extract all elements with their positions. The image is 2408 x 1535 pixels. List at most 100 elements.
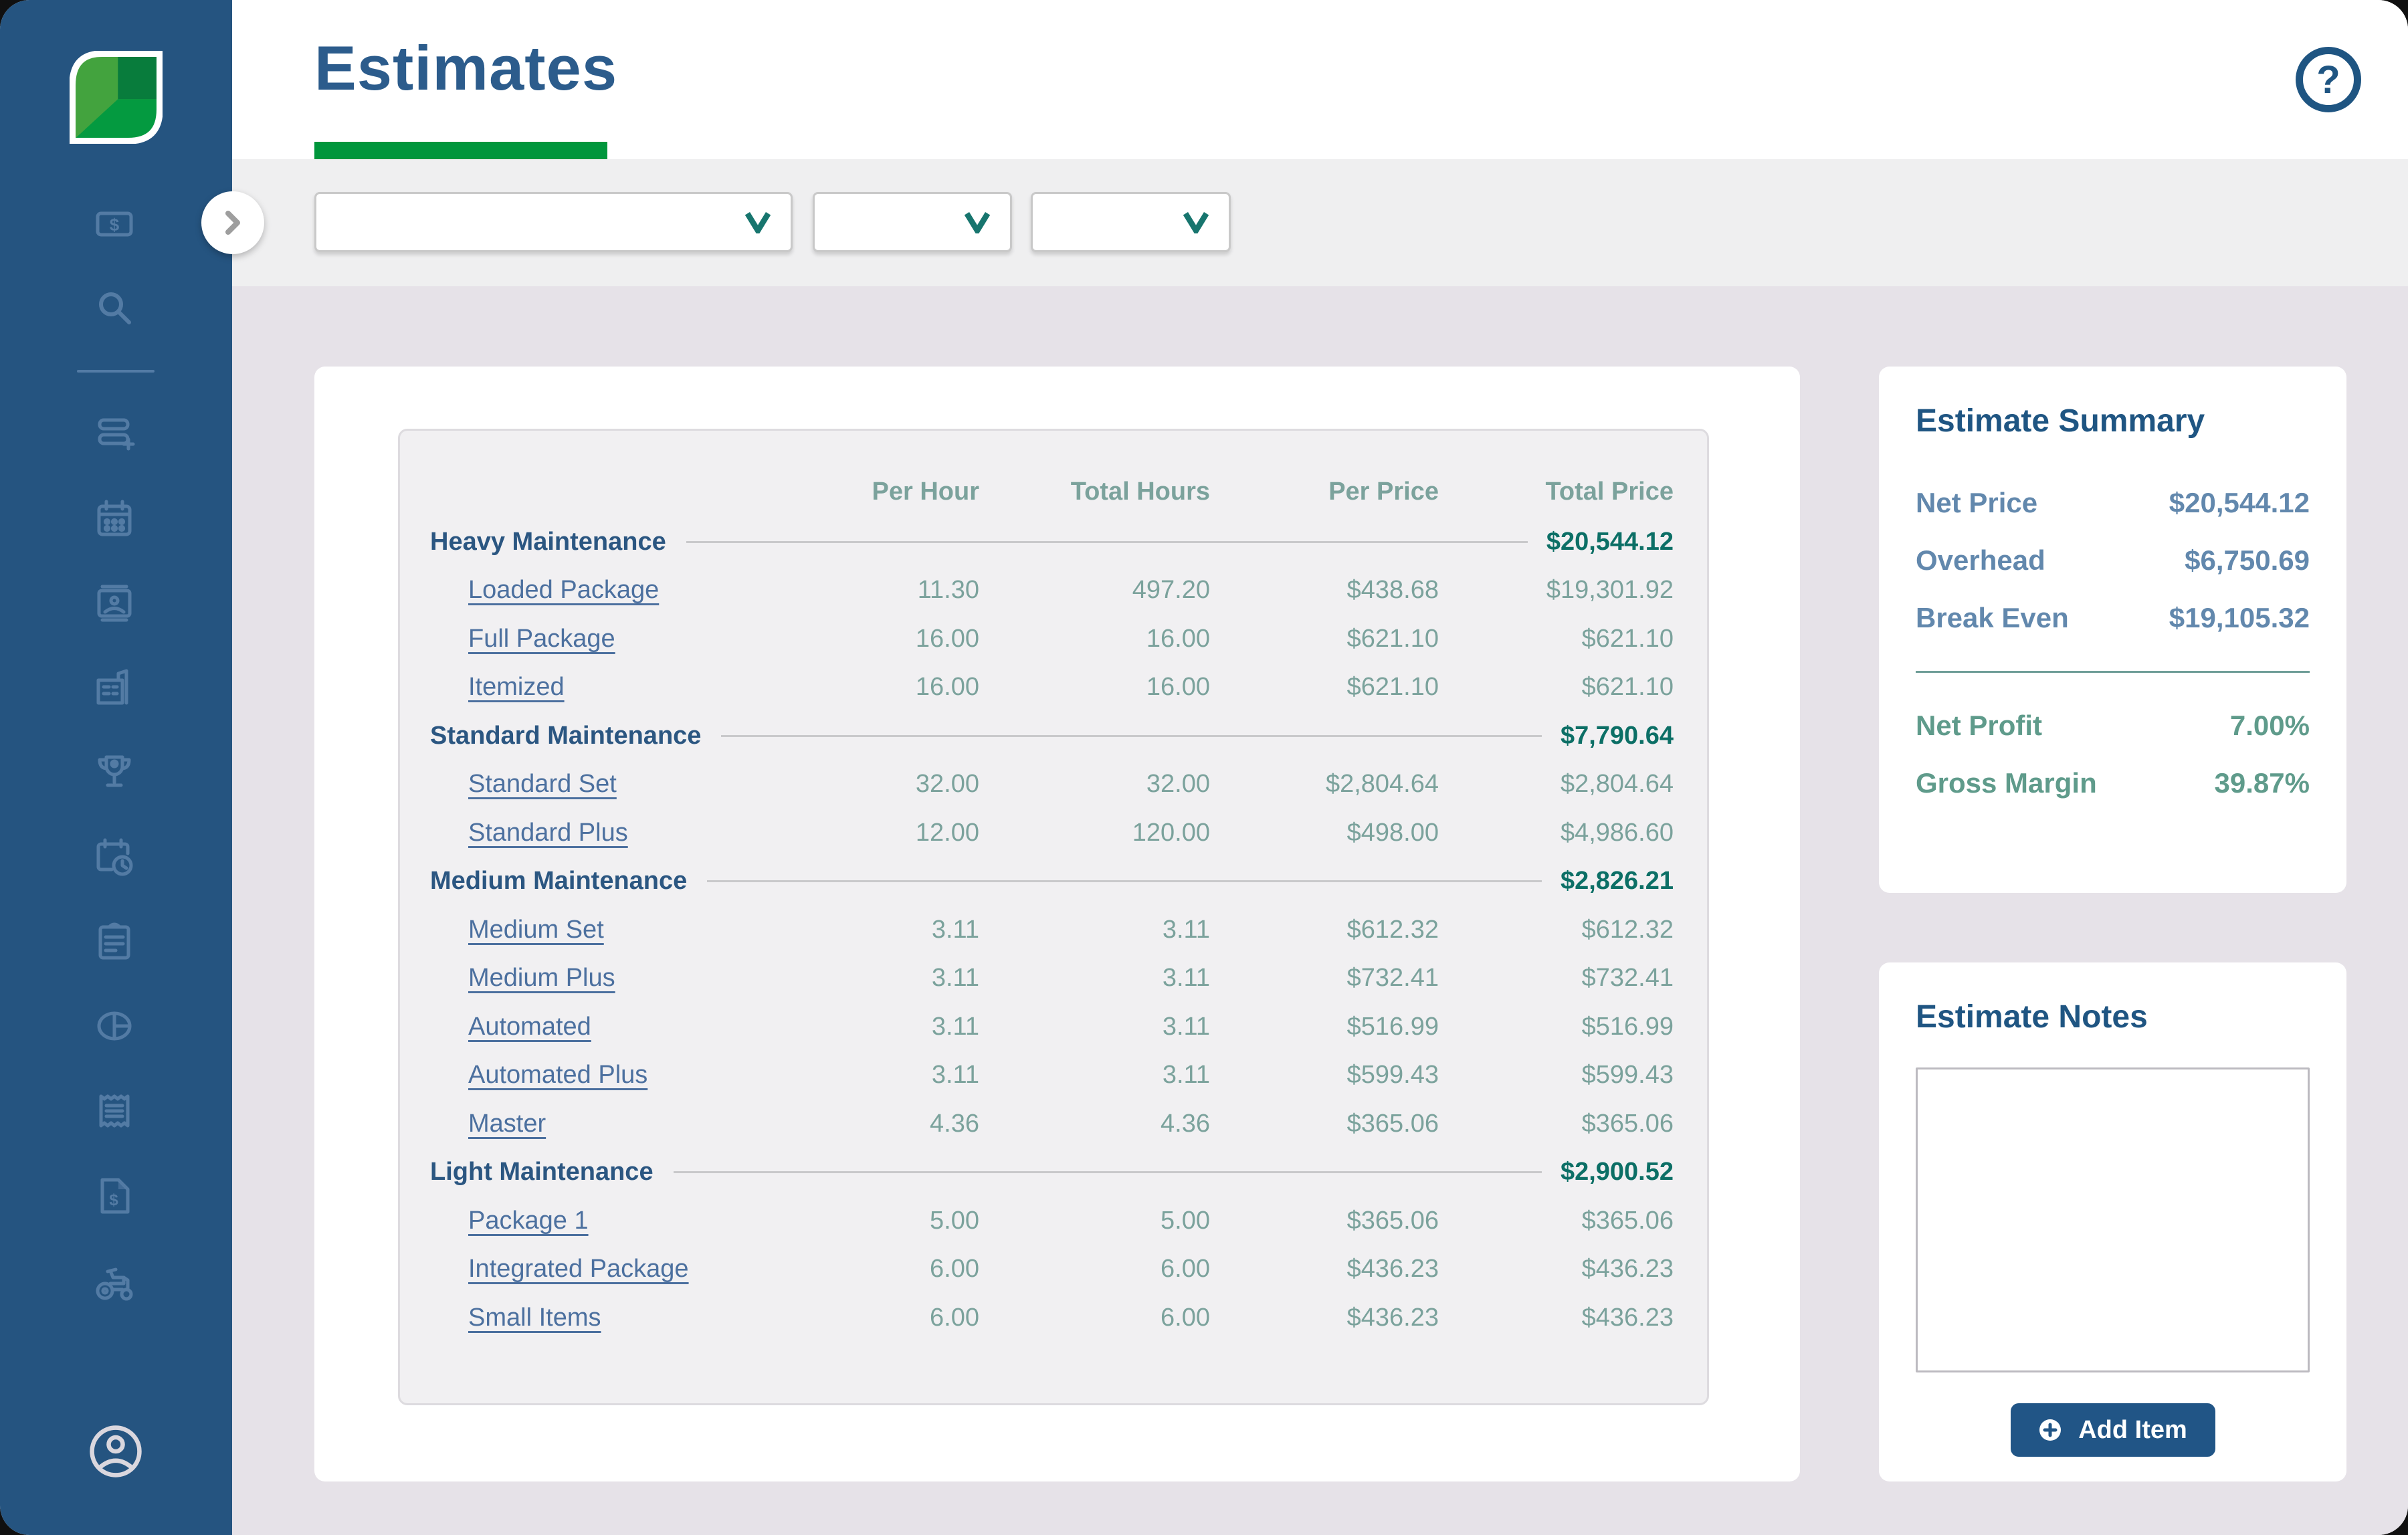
app-window: $ — [0, 0, 2408, 1535]
calendar-clock-icon[interactable] — [93, 836, 136, 879]
per-hour-value: 3.11 — [748, 964, 979, 993]
top-bar: Estimates ? — [232, 0, 2408, 159]
total-hours-value: 120.00 — [979, 819, 1210, 847]
user-avatar-icon[interactable] — [88, 1423, 144, 1479]
building-icon[interactable] — [93, 666, 136, 708]
per-hour-value: 4.36 — [748, 1110, 979, 1138]
summary-divider — [1916, 671, 2310, 673]
summary-value: $20,544.12 — [2169, 487, 2310, 519]
item-link[interactable]: Full Package — [468, 625, 615, 653]
total-price-value: $436.23 — [1439, 1255, 1674, 1284]
item-link[interactable]: Standard Set — [468, 770, 617, 798]
calendar-icon[interactable] — [93, 497, 136, 540]
filter-bar — [232, 159, 2408, 286]
total-price-value: $436.23 — [1439, 1304, 1674, 1332]
filter-dropdown-1[interactable] — [314, 192, 793, 252]
total-hours-value: 16.00 — [979, 625, 1210, 653]
per-hour-value: 5.00 — [748, 1207, 979, 1235]
help-button[interactable]: ? — [2296, 47, 2361, 112]
item-link[interactable]: Automated — [468, 1013, 591, 1041]
total-price-value: $732.41 — [1439, 964, 1674, 993]
per-hour-value: 6.00 — [748, 1304, 979, 1332]
invoice-icon[interactable]: $ — [93, 1174, 136, 1217]
item-link[interactable]: Package 1 — [468, 1207, 589, 1235]
summary-value: 7.00% — [2230, 710, 2310, 742]
group-divider-line — [686, 541, 1528, 543]
summary-label: Net Price — [1916, 487, 2037, 519]
money-bill-icon[interactable]: $ — [93, 203, 136, 245]
filter-dropdown-2[interactable] — [813, 192, 1012, 252]
per-price-value: $498.00 — [1210, 819, 1439, 847]
per-price-value: $436.23 — [1210, 1304, 1439, 1332]
summary-label: Overhead — [1916, 544, 2045, 577]
item-link[interactable]: Small Items — [468, 1304, 601, 1332]
total-hours-value: 3.11 — [979, 1061, 1210, 1090]
per-hour-value: 3.11 — [748, 916, 979, 944]
item-link[interactable]: Itemized — [468, 673, 565, 701]
group-name: Medium Maintenance — [430, 867, 687, 896]
list-add-icon[interactable] — [93, 412, 136, 455]
question-mark-icon: ? — [2316, 58, 2340, 102]
filter-dropdown-3[interactable] — [1031, 192, 1231, 252]
sidebar-expand-button[interactable] — [201, 191, 264, 254]
table-row: Full Package 16.00 16.00 $621.10 $621.10 — [430, 615, 1674, 663]
receipt-icon[interactable] — [93, 1090, 136, 1132]
summary-label: Gross Margin — [1916, 767, 2097, 799]
summary-row-gross-margin: Gross Margin 39.87% — [1916, 754, 2310, 812]
item-link[interactable]: Standard Plus — [468, 819, 628, 847]
table-row: Automated 3.11 3.11 $516.99 $516.99 — [430, 1003, 1674, 1051]
trophy-icon[interactable] — [93, 750, 136, 793]
column-header-total-hours: Total Hours — [979, 478, 1210, 506]
per-hour-value: 3.11 — [748, 1013, 979, 1041]
plus-circle-icon — [2038, 1418, 2062, 1442]
clipboard-icon[interactable] — [93, 920, 136, 962]
item-link[interactable]: Medium Plus — [468, 964, 615, 992]
table-row: Loaded Package 11.30 497.20 $438.68 $19,… — [430, 567, 1674, 615]
item-link[interactable]: Master — [468, 1110, 546, 1138]
item-link[interactable]: Automated Plus — [468, 1061, 647, 1089]
total-hours-value: 3.11 — [979, 964, 1210, 993]
per-price-value: $516.99 — [1210, 1013, 1439, 1041]
total-price-value: $621.10 — [1439, 625, 1674, 653]
estimate-table: Per Hour Total Hours Per Price Total Pri… — [398, 429, 1709, 1405]
per-hour-value: 16.00 — [748, 625, 979, 653]
estimate-notes-card: Estimate Notes Add Item — [1879, 962, 2346, 1481]
search-icon[interactable] — [93, 286, 136, 329]
summary-value: 39.87% — [2215, 767, 2310, 799]
add-item-button[interactable]: Add Item — [2011, 1403, 2215, 1457]
item-link[interactable]: Medium Set — [468, 916, 604, 944]
total-hours-value: 3.11 — [979, 1013, 1210, 1041]
total-price-value: $599.43 — [1439, 1061, 1674, 1090]
app-logo-icon — [70, 51, 163, 139]
pie-chart-icon[interactable] — [93, 1005, 136, 1047]
group-name: Light Maintenance — [430, 1158, 654, 1187]
contact-card-icon[interactable] — [93, 582, 136, 625]
group-row: Standard Maintenance $7,790.64 — [430, 712, 1674, 760]
total-price-value: $2,804.64 — [1439, 770, 1674, 799]
summary-value: $19,105.32 — [2169, 602, 2310, 634]
group-name: Heavy Maintenance — [430, 528, 666, 556]
table-row: Medium Set 3.11 3.11 $612.32 $612.32 — [430, 906, 1674, 954]
total-hours-value: 6.00 — [979, 1255, 1210, 1284]
per-hour-value: 6.00 — [748, 1255, 979, 1284]
summary-row-net-price: Net Price $20,544.12 — [1916, 474, 2310, 532]
chevron-down-icon — [742, 211, 773, 233]
group-divider-line — [674, 1171, 1542, 1173]
per-price-value: $732.41 — [1210, 964, 1439, 993]
item-link[interactable]: Loaded Package — [468, 576, 659, 604]
estimate-summary-card: Estimate Summary Net Price $20,544.12 Ov… — [1879, 367, 2346, 893]
total-price-value: $365.06 — [1439, 1110, 1674, 1138]
total-hours-value: 16.00 — [979, 673, 1210, 702]
notes-textarea[interactable] — [1916, 1067, 2310, 1372]
chevron-right-icon — [218, 208, 247, 237]
total-price-value: $516.99 — [1439, 1013, 1674, 1041]
summary-value: $6,750.69 — [2185, 544, 2310, 577]
table-row: Small Items 6.00 6.00 $436.23 $436.23 — [430, 1294, 1674, 1342]
item-link[interactable]: Integrated Package — [468, 1255, 689, 1283]
table-row: Medium Plus 3.11 3.11 $732.41 $732.41 — [430, 954, 1674, 1003]
total-price-value: $19,301.92 — [1439, 576, 1674, 605]
tractor-icon[interactable] — [93, 1261, 136, 1304]
main-area: Estimates ? — [232, 0, 2408, 1535]
group-name: Standard Maintenance — [430, 722, 701, 750]
column-header-total-price: Total Price — [1439, 478, 1674, 506]
